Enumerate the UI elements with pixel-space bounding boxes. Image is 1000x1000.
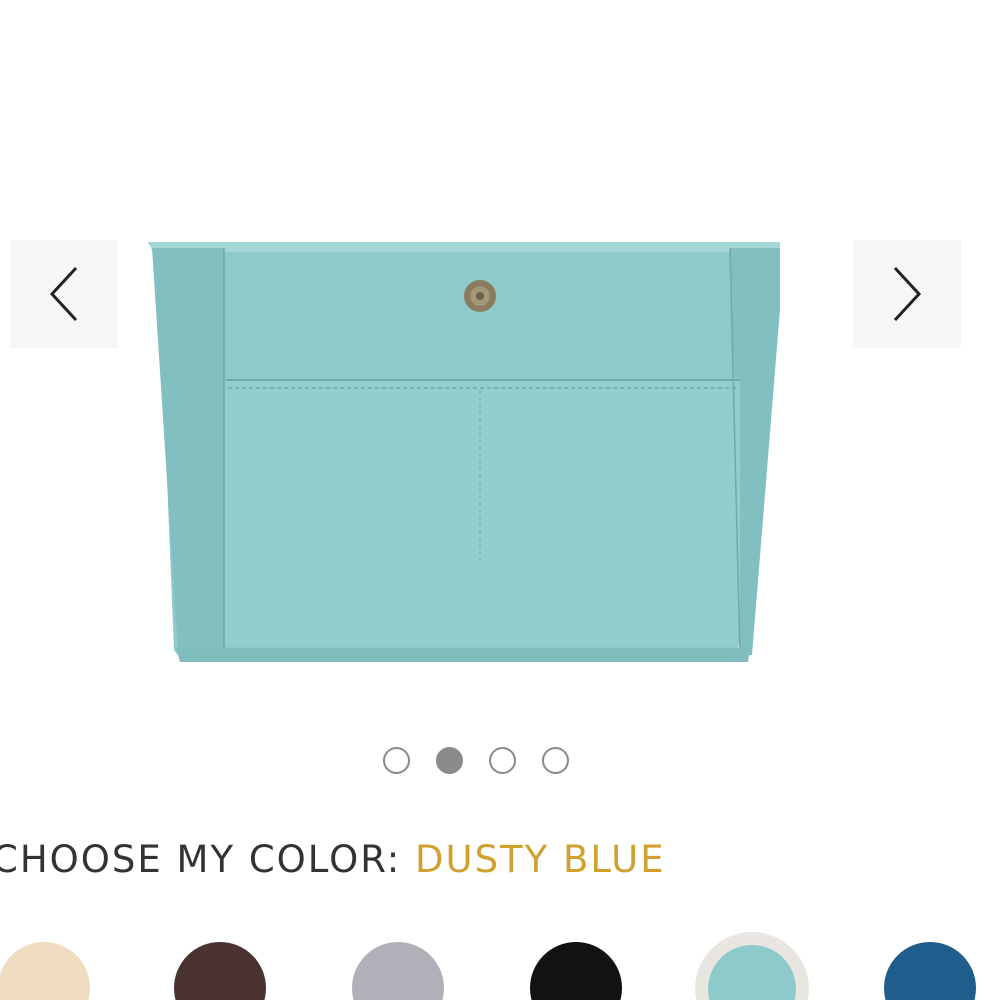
product-image — [148, 242, 780, 662]
color-heading: CHOOSE MY COLOR: DUSTY BLUE — [0, 838, 666, 881]
swatch-cream[interactable] — [0, 942, 90, 1000]
carousel-dot-2[interactable] — [436, 747, 463, 774]
color-label: CHOOSE MY COLOR: — [0, 838, 402, 881]
chevron-right-icon — [893, 266, 922, 322]
carousel-dot-4[interactable] — [542, 747, 569, 774]
swatch-black[interactable] — [530, 942, 622, 1000]
carousel-dot-3[interactable] — [489, 747, 516, 774]
product-gallery — [0, 0, 1000, 730]
swatch-lavender-gray[interactable] — [352, 942, 444, 1000]
previous-image-button[interactable] — [10, 240, 118, 348]
chevron-left-icon — [49, 266, 78, 322]
swatch-navy-blue[interactable] — [884, 942, 976, 1000]
swatch-brown[interactable] — [174, 942, 266, 1000]
selected-color-name: DUSTY BLUE — [415, 838, 666, 881]
swatch-dusty-blue-fill — [708, 945, 796, 1000]
next-image-button[interactable] — [853, 240, 961, 348]
swatch-dusty-blue[interactable] — [695, 932, 809, 1000]
carousel-indicators — [383, 747, 569, 774]
carousel-dot-1[interactable] — [383, 747, 410, 774]
color-swatches — [0, 930, 1000, 1000]
